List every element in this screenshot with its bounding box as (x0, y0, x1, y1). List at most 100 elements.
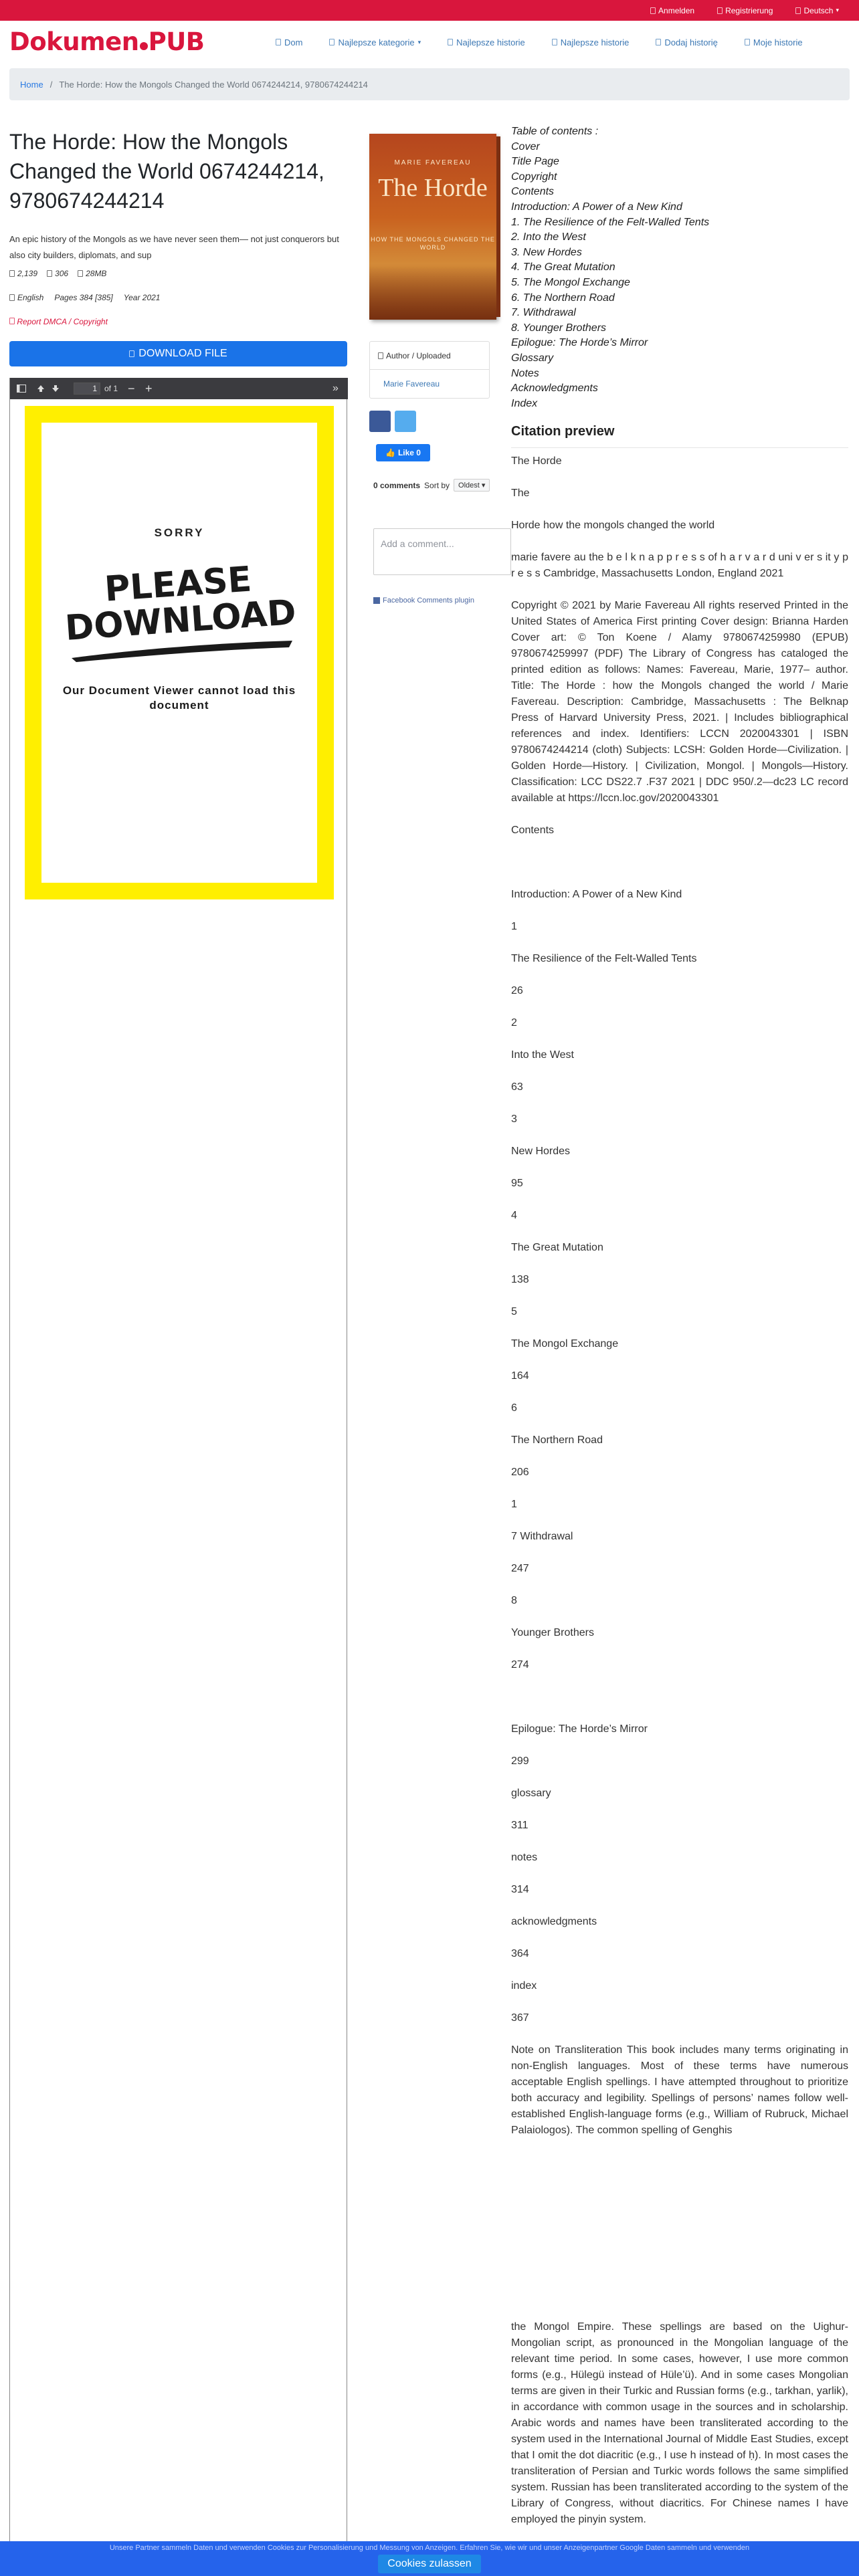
document-viewer: 1 of 1 − + » SORRY PLEASE DOWNLOAD Our D… (9, 378, 348, 2576)
download-icon (47, 270, 53, 277)
toc-list: Cover Title Page Copyright Contents Introduc… (511, 140, 848, 412)
author-card-heading: Author / Uploaded (370, 342, 489, 370)
nav-add-story[interactable]: Dodaj historię (656, 37, 718, 47)
nav-top-stories[interactable]: Najlepsze historie (448, 37, 525, 47)
download-button[interactable]: DOWNLOAD FILE (9, 341, 347, 366)
breadcrumb-separator: / (50, 79, 53, 90)
breadcrumb-current: The Horde: How the Mongols Changed the W… (59, 79, 368, 90)
author-link[interactable]: Marie Favereau (370, 370, 489, 398)
nav-home[interactable]: Dom (276, 37, 302, 47)
citation-paragraph: glossary (511, 1788, 551, 1800)
previous-page-icon[interactable] (37, 378, 45, 399)
site-logo[interactable]: Dokumen PUB (9, 29, 205, 56)
size-stat: 28MB (78, 269, 106, 278)
sidebar-toggle-icon[interactable] (17, 378, 26, 399)
toc-item: 5. The Mongol Exchange (511, 276, 630, 288)
facebook-icon (373, 597, 380, 604)
toc-item: Epilogue: The Horde’s Mirror (511, 337, 648, 349)
citation-paragraph: Copyright © 2021 by Marie Favereau All r… (511, 600, 848, 804)
cover-author: MARIE FAVEREAU (394, 159, 472, 167)
next-page-icon[interactable] (52, 378, 60, 399)
language-icon (9, 294, 15, 301)
zoom-out-icon[interactable]: − (128, 378, 135, 399)
cookie-banner: Unsere Partner sammeln Daten und verwend… (0, 2541, 859, 2576)
user-icon (378, 352, 383, 359)
report-link[interactable]: Report DMCA / Copyright (9, 317, 108, 326)
register-icon (717, 7, 723, 14)
top-bar-links: Anmelden Registrierung Deutsch ▾ (650, 0, 839, 21)
facebook-plugin-link[interactable]: Facebook Comments plugin (373, 597, 474, 605)
page-number-input[interactable]: 1 (74, 383, 100, 395)
eye-icon (9, 270, 15, 277)
views-stat: 2,139 (9, 269, 37, 278)
divider (511, 447, 848, 449)
citation-paragraph: 6 (511, 1402, 517, 1414)
share-buttons (369, 411, 416, 432)
twitter-share-icon[interactable] (395, 411, 416, 432)
cover-title: The Horde (378, 174, 488, 202)
file-icon (78, 270, 84, 277)
login-link[interactable]: Anmelden (650, 6, 694, 15)
book-description: An epic history of the Mongols as we hav… (9, 234, 339, 260)
language-detail: English (9, 293, 43, 302)
citation-paragraph: Younger Brothers (511, 1627, 594, 1639)
toc-item: Copyright (511, 171, 557, 183)
citation-paragraph: 138 (511, 1274, 529, 1286)
toc-item: Cover (511, 140, 540, 152)
citation-paragraph: 3 (511, 1113, 517, 1125)
toc-item: 8. Younger Brothers (511, 322, 607, 334)
star-icon (448, 39, 454, 45)
toc-item: Glossary (511, 352, 554, 364)
register-link[interactable]: Registrierung (717, 6, 773, 15)
citation-paragraph (511, 855, 848, 871)
login-icon (650, 7, 656, 14)
toc-item: 1. The Resilience of the Felt-Walled Ten… (511, 216, 710, 228)
facebook-share-icon[interactable] (369, 411, 391, 432)
toc-item: 4. The Great Mutation (511, 261, 615, 274)
citation-text: The Horde The Horde how the mongols change… (511, 453, 848, 2139)
toc-item: Title Page (511, 156, 559, 168)
book-details: English Pages 384 [385] Year 2021 (9, 293, 160, 302)
viewer-toolbar: 1 of 1 − + » (10, 378, 348, 399)
breadcrumb-home[interactable]: Home (20, 80, 43, 90)
citation-paragraph: 311 (511, 1820, 529, 1832)
citation-heading: Citation preview (511, 424, 615, 439)
viewer-error-text: Our Document Viewer cannot load this doc… (62, 684, 296, 712)
nav-my-stories[interactable]: Moje historie (744, 37, 803, 47)
citation-paragraph: 8 (511, 1595, 517, 1607)
language-dropdown[interactable]: Deutsch ▾ (795, 6, 839, 15)
zoom-in-icon[interactable]: + (145, 378, 153, 399)
toc-item: 3. New Hordes (511, 246, 582, 258)
home-icon (276, 39, 281, 45)
logo-dot (139, 42, 148, 50)
citation-paragraph: notes (511, 1852, 538, 1864)
citation-paragraph: Introduction: A Power of a New Kind (511, 889, 682, 901)
cover-landscape (369, 266, 496, 320)
sort-select[interactable]: Oldest ▾ (454, 479, 490, 492)
book-cover: MARIE FAVEREAU The Horde HOW THE MONGOLS… (369, 134, 500, 320)
nav-categories[interactable]: Najlepsze kategorie ▾ (329, 37, 421, 47)
thumbs-up-icon: 👍 (385, 448, 395, 457)
cookie-text: Unsere Partner sammeln Daten und verwend… (109, 2544, 750, 2552)
citation-paragraph: The Great Mutation (511, 1242, 603, 1254)
toc-item: Notes (511, 367, 539, 379)
citation-paragraph: acknowledgments (511, 1916, 597, 1928)
nav-best-stories[interactable]: Najlepsze historie (551, 37, 629, 47)
facebook-like-button[interactable]: 👍 Like 0 (376, 444, 430, 461)
please-download-text: PLEASE DOWNLOAD (64, 559, 298, 649)
more-tools-icon[interactable]: » (332, 378, 339, 399)
toc-item: Introduction: A Power of a New Kind (511, 201, 682, 213)
citation-paragraph: 247 (511, 1563, 529, 1575)
toc-item: 6. The Northern Road (511, 292, 615, 304)
toc-item: 2. Into the West (511, 231, 586, 243)
comments-header: 0 comments Sort by Oldest ▾ (373, 479, 511, 492)
upload-icon (656, 39, 662, 45)
citation-paragraph: index (511, 1980, 537, 1992)
downloads-stat: 306 (47, 269, 68, 278)
citation-paragraph: Horde how the mongols changed the world (511, 520, 715, 532)
comment-input[interactable]: Add a comment... (373, 528, 511, 575)
accept-cookies-button[interactable]: Cookies zulassen (378, 2555, 481, 2573)
author-card: Author / Uploaded Marie Favereau (369, 341, 490, 399)
year-detail: Year 2021 (123, 293, 161, 302)
citation-continuation: the Mongol Empire. These spellings are b… (511, 2321, 848, 2525)
